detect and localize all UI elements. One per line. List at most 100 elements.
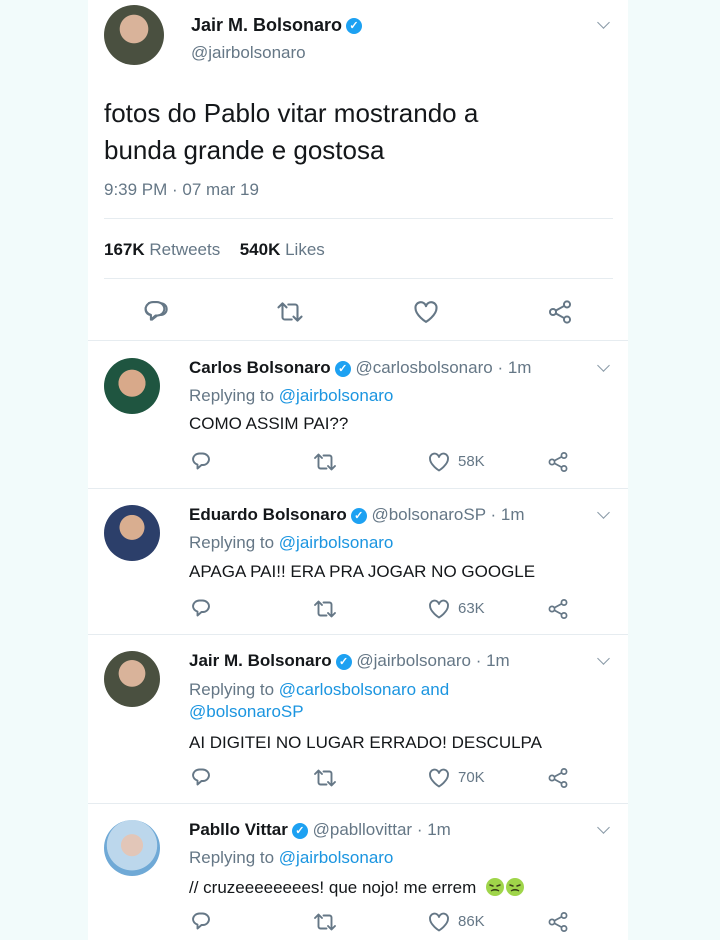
reply-text: APAGA PAI!! ERA PRA JOGAR NO GOOGLE <box>189 562 536 581</box>
retweets-count[interactable]: 167K <box>104 240 145 259</box>
author-name[interactable]: Eduardo Bolsonaro <box>189 505 347 524</box>
like-button[interactable] <box>427 766 451 790</box>
reply-time[interactable]: · 1m <box>476 651 510 670</box>
reply-text: // cruzeeeeeeees! que nojo! me errem <box>189 877 525 898</box>
reply-text: COMO ASSIM PAI?? <box>189 414 349 433</box>
tweet-stats: 167K Retweets 540K Likes <box>104 240 325 260</box>
share-button[interactable] <box>546 298 574 326</box>
retweet-button[interactable] <box>312 910 338 934</box>
replying-to: Replying to @jairbolsonaro <box>189 386 393 406</box>
retweet-button[interactable] <box>275 298 305 326</box>
replying-to-link[interactable]: @jairbolsonaro <box>279 533 394 552</box>
author-name[interactable]: Carlos Bolsonaro <box>189 358 331 377</box>
author-handle[interactable]: @pabllovittar <box>313 820 412 839</box>
retweet-button[interactable] <box>312 597 338 621</box>
reply-header: Pabllo Vittar ✓ @pabllovittar · 1m <box>189 820 451 840</box>
reply-button[interactable] <box>189 450 213 474</box>
sick-face-emoji <box>486 878 505 896</box>
avatar[interactable] <box>104 358 160 414</box>
verified-icon: ✓ <box>346 18 363 35</box>
share-icon <box>548 912 568 932</box>
like-icon <box>429 912 449 932</box>
replying-to: Replying to @carlosbolsonaro and @bolson… <box>189 679 449 723</box>
divider <box>88 340 628 341</box>
replying-prefix: Replying to <box>189 680 275 699</box>
author-handle[interactable]: @bolsonaroSP <box>371 505 485 524</box>
like-button[interactable] <box>412 298 440 326</box>
sick-face-emoji <box>506 878 525 896</box>
share-icon <box>548 300 572 324</box>
like-button[interactable] <box>427 910 451 934</box>
reply-button[interactable] <box>189 597 213 621</box>
tweet-timestamp[interactable]: 9:39 PM · 07 mar 19 <box>104 180 259 200</box>
share-button[interactable] <box>546 597 570 621</box>
chevron-down-icon[interactable] <box>597 821 610 834</box>
likes-count[interactable]: 540K <box>240 240 281 259</box>
tweet-text-line: fotos do Pablo vitar mostrando a <box>104 98 479 128</box>
replying-to-link[interactable]: @jairbolsonaro <box>279 386 394 405</box>
verified-icon: ✓ <box>291 822 308 839</box>
share-button[interactable] <box>546 910 570 934</box>
share-icon <box>548 599 568 619</box>
retweet-button[interactable] <box>312 450 338 474</box>
reply-text: AI DIGITEI NO LUGAR ERRADO! DESCULPA <box>189 733 542 752</box>
author-name-text[interactable]: Jair M. Bolsonaro <box>191 15 342 35</box>
like-icon <box>414 301 438 323</box>
chevron-down-icon[interactable] <box>597 506 610 519</box>
reply-button[interactable] <box>189 910 213 934</box>
author-name[interactable]: Jair M. Bolsonaro ✓ <box>191 15 363 36</box>
share-icon <box>548 452 568 472</box>
reply-header: Carlos Bolsonaro ✓ @carlosbolsonaro · 1m <box>189 358 531 378</box>
author-name[interactable]: Pabllo Vittar <box>189 820 288 839</box>
avatar[interactable] <box>104 505 160 561</box>
reply-icon <box>192 912 210 930</box>
author-name[interactable]: Jair M. Bolsonaro <box>189 651 332 670</box>
divider <box>88 488 628 489</box>
reply-text-content: // cruzeeeeeeees! que nojo! me errem <box>189 878 477 897</box>
like-count[interactable]: 63K <box>458 600 485 617</box>
author-handle[interactable]: @jairbolsonaro <box>191 43 306 63</box>
like-icon <box>429 452 449 472</box>
like-count[interactable]: 70K <box>458 769 485 786</box>
reply-time[interactable]: · 1m <box>417 820 451 839</box>
reply-time[interactable]: · 1m <box>491 505 525 524</box>
reply-button[interactable] <box>141 298 169 326</box>
replying-to-link[interactable]: @carlosbolsonaro and <box>279 680 449 699</box>
share-button[interactable] <box>546 766 570 790</box>
retweets-label[interactable]: Retweets <box>149 240 220 259</box>
replying-to: Replying to @jairbolsonaro <box>189 533 393 553</box>
reply-icon <box>192 599 210 617</box>
chevron-down-icon[interactable] <box>597 652 610 665</box>
reply-icon <box>144 301 168 321</box>
reply-button[interactable] <box>189 766 213 790</box>
chevron-down-icon[interactable] <box>597 16 610 29</box>
like-count[interactable]: 86K <box>458 913 485 930</box>
like-button[interactable] <box>427 450 451 474</box>
avatar[interactable] <box>104 820 160 876</box>
reply-time[interactable]: · 1m <box>497 358 531 377</box>
avatar[interactable] <box>104 651 160 707</box>
like-count[interactable]: 58K <box>458 453 485 470</box>
like-button[interactable] <box>427 597 451 621</box>
replying-to-link[interactable]: @jairbolsonaro <box>279 848 394 867</box>
author-handle[interactable]: @carlosbolsonaro <box>355 358 492 377</box>
share-button[interactable] <box>546 450 570 474</box>
verified-icon: ✓ <box>350 507 367 524</box>
retweet-button[interactable] <box>312 766 338 790</box>
replying-prefix: Replying to <box>189 533 275 552</box>
chevron-down-icon[interactable] <box>597 359 610 372</box>
verified-icon: ✓ <box>334 360 351 377</box>
reply-icon <box>192 768 210 786</box>
retweet-icon <box>277 302 303 322</box>
divider <box>88 634 628 635</box>
like-icon <box>429 768 449 788</box>
reply-header: Jair M. Bolsonaro ✓ @jairbolsonaro · 1m <box>189 651 510 671</box>
author-handle[interactable]: @jairbolsonaro <box>356 651 471 670</box>
likes-label[interactable]: Likes <box>285 240 325 259</box>
reply-icon <box>192 452 210 470</box>
avatar[interactable] <box>104 5 164 65</box>
share-icon <box>548 768 568 788</box>
replying-to-link[interactable]: @bolsonaroSP <box>189 701 449 723</box>
tweet-thread-card: Jair M. Bolsonaro ✓ @jairbolsonaro fotos … <box>88 0 628 940</box>
divider <box>104 218 613 219</box>
